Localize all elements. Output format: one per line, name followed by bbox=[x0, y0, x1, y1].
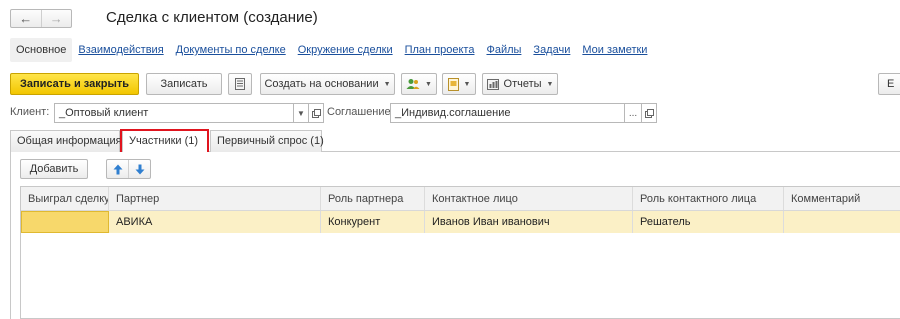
section-interactions[interactable]: Взаимодействия bbox=[72, 38, 169, 62]
comment-cell[interactable] bbox=[784, 211, 900, 233]
client-open-button[interactable] bbox=[308, 103, 324, 123]
participants-panel: Добавить Выиграл сделку Партнер Роль пар… bbox=[10, 152, 900, 319]
chevron-down-icon: ▼ bbox=[463, 80, 471, 88]
window-header: ← → Сделка с клиентом (создание) bbox=[0, 0, 900, 36]
move-buttons bbox=[106, 159, 151, 179]
back-button[interactable]: ← bbox=[11, 10, 41, 27]
column-header-contact-role[interactable]: Роль контактного лица bbox=[633, 187, 784, 210]
section-main[interactable]: Основное bbox=[10, 38, 73, 62]
arrow-up-icon bbox=[113, 164, 122, 174]
column-header-won-deal[interactable]: Выиграл сделку bbox=[21, 187, 109, 210]
command-bar: Записать и закрыть Записать Создать на о… bbox=[10, 73, 900, 95]
users-menu-button[interactable]: ▼ bbox=[401, 73, 437, 95]
partner-cell[interactable]: АВИКА bbox=[109, 211, 321, 233]
column-header-partner-role[interactable]: Роль партнера bbox=[321, 187, 425, 210]
won-deal-cell[interactable] bbox=[21, 211, 109, 233]
report-icon bbox=[486, 79, 499, 90]
section-my-notes[interactable]: Мои заметки bbox=[576, 38, 653, 62]
partner-role-cell[interactable]: Конкурент bbox=[321, 211, 425, 233]
reports-label: Отчеты bbox=[503, 78, 542, 90]
save-button[interactable]: Записать bbox=[146, 73, 222, 95]
contact-person-cell[interactable]: Иванов Иван иванович bbox=[425, 211, 633, 233]
section-project-plan[interactable]: План проекта bbox=[399, 38, 481, 62]
users-icon bbox=[406, 79, 420, 89]
section-links: Основное Взаимодействия Документы по сде… bbox=[10, 38, 653, 62]
agreement-select-button[interactable]: ... bbox=[624, 103, 642, 123]
column-header-comment[interactable]: Комментарий bbox=[784, 187, 900, 210]
open-window-icon bbox=[311, 108, 321, 118]
arrow-right-icon: → bbox=[49, 11, 63, 26]
chevron-down-icon: ▼ bbox=[425, 80, 432, 88]
create-based-on-label: Создать на основании bbox=[264, 78, 379, 90]
column-header-partner[interactable]: Партнер bbox=[109, 187, 321, 210]
document-list-icon bbox=[235, 78, 245, 90]
add-button[interactable]: Добавить bbox=[20, 159, 88, 179]
create-based-on-button[interactable]: Создать на основании ▼ bbox=[260, 73, 395, 95]
section-files[interactable]: Файлы bbox=[480, 38, 527, 62]
column-header-contact-person[interactable]: Контактное лицо bbox=[425, 187, 633, 210]
open-window-icon bbox=[644, 108, 654, 118]
form-tabs: Общая информация Участники (1) Первичный… bbox=[10, 130, 900, 153]
tab-general-info[interactable]: Общая информация bbox=[10, 130, 122, 152]
section-deal-environment[interactable]: Окружение сделки bbox=[292, 38, 399, 62]
agreement-field[interactable]: _Индивид.соглашение bbox=[390, 103, 625, 123]
navigation-buttons: ← → bbox=[10, 9, 72, 28]
move-down-button[interactable] bbox=[128, 160, 150, 178]
agreement-label: Соглашение: bbox=[327, 106, 394, 118]
print-document-button[interactable] bbox=[228, 73, 252, 95]
header-fields: Клиент: _Оптовый клиент ▼ Соглашение: _И… bbox=[10, 103, 900, 123]
move-up-button[interactable] bbox=[107, 160, 128, 178]
page-title: Сделка с клиентом (создание) bbox=[106, 9, 318, 26]
chevron-down-icon: ▼ bbox=[383, 80, 391, 88]
arrow-down-icon bbox=[135, 164, 144, 174]
chevron-down-icon: ▼ bbox=[546, 80, 554, 88]
reports-button[interactable]: Отчеты ▼ bbox=[482, 73, 558, 95]
tab-primary-demand[interactable]: Первичный спрос (1) bbox=[210, 130, 324, 152]
forward-button[interactable]: → bbox=[40, 10, 72, 27]
agreement-open-button[interactable] bbox=[641, 103, 657, 123]
attachments-menu-button[interactable]: ▼ bbox=[442, 73, 476, 95]
client-dropdown-button[interactable]: ▼ bbox=[293, 103, 309, 123]
more-actions-button[interactable]: Е bbox=[878, 73, 900, 95]
table-row[interactable]: АВИКА Конкурент Иванов Иван иванович Реш… bbox=[21, 211, 900, 233]
table-header-row: Выиграл сделку Партнер Роль партнера Кон… bbox=[21, 187, 900, 211]
client-label: Клиент: bbox=[10, 106, 50, 118]
section-deal-documents[interactable]: Документы по сделке bbox=[170, 38, 292, 62]
section-tasks[interactable]: Задачи bbox=[527, 38, 576, 62]
save-and-close-button[interactable]: Записать и закрыть bbox=[10, 73, 139, 95]
chevron-down-icon: ▼ bbox=[297, 108, 305, 118]
tab-participants[interactable]: Участники (1) bbox=[122, 130, 209, 153]
participants-table: Выиграл сделку Партнер Роль партнера Кон… bbox=[20, 186, 900, 319]
contact-role-cell[interactable]: Решатель bbox=[633, 211, 784, 233]
arrow-left-icon: ← bbox=[19, 11, 33, 26]
document-icon bbox=[447, 77, 459, 91]
client-field[interactable]: _Оптовый клиент bbox=[54, 103, 294, 123]
